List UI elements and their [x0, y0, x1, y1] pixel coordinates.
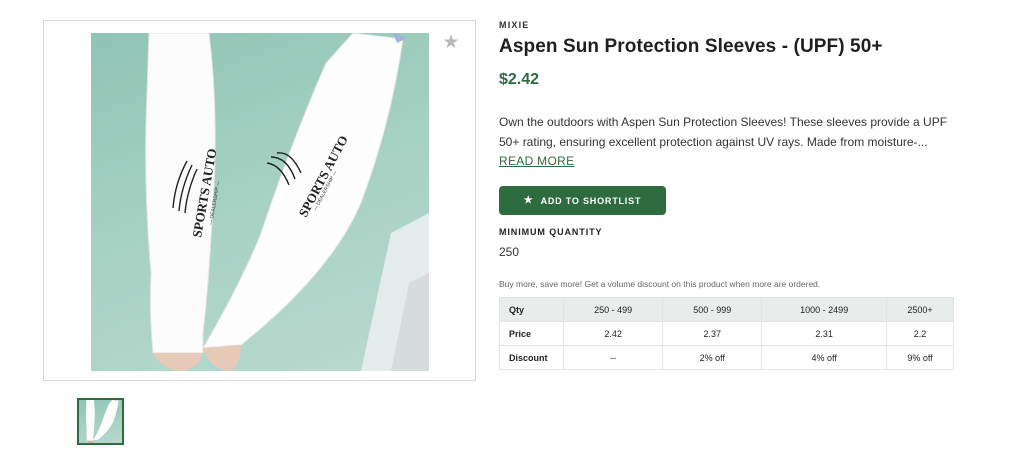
volume-discount-note: Buy more, save more! Get a volume discou…: [499, 279, 821, 289]
sleeves-illustration: SPORTS AUTO SPORTS AUTO — DEALERSHIP — —…: [145, 33, 429, 371]
table-cell: 2.42: [562, 321, 664, 346]
table-header-row: Qty 250 - 499 500 - 999 1000 - 2499 2500…: [499, 297, 954, 322]
favorite-star-icon[interactable]: ★: [441, 33, 461, 53]
table-cell: 2.2: [886, 321, 954, 346]
table-row: Price 2.42 2.37 2.31 2.2: [499, 321, 954, 346]
table-cell: 9% off: [886, 345, 954, 370]
table-cell: 2.37: [662, 321, 763, 346]
product-info: MIXIE Aspen Sun Protection Sleeves - (UP…: [499, 20, 959, 370]
table-header-cell: Qty: [499, 297, 564, 322]
thumbnail-illustration: [85, 400, 119, 443]
table-cell: Price: [499, 321, 564, 346]
table-header-cell: 500 - 999: [662, 297, 763, 322]
table-header-cell: 2500+: [886, 297, 954, 322]
product-photo[interactable]: SPORTS AUTO SPORTS AUTO — DEALERSHIP — —…: [91, 33, 429, 371]
table-cell: --: [562, 345, 664, 370]
table-header-cell: 250 - 499: [562, 297, 664, 322]
product-title: Aspen Sun Protection Sleeves - (UPF) 50+: [499, 36, 883, 57]
table-cell: 4% off: [761, 345, 887, 370]
read-more-link[interactable]: READ MORE: [499, 154, 574, 168]
star-icon: ★: [523, 195, 534, 206]
add-to-shortlist-button[interactable]: ★ ADD TO SHORTLIST: [499, 186, 666, 215]
shortlist-button-label: ADD TO SHORTLIST: [540, 195, 642, 206]
product-thumbnail[interactable]: [77, 398, 124, 445]
brand-name: MIXIE: [499, 20, 530, 30]
minimum-quantity-value: 250: [499, 245, 520, 259]
product-description: Own the outdoors with Aspen Sun Protecti…: [499, 115, 948, 149]
table-header-cell: 1000 - 2499: [761, 297, 887, 322]
product-image-frame: SPORTS AUTO SPORTS AUTO — DEALERSHIP — —…: [43, 20, 476, 381]
minimum-quantity-label: MINIMUM QUANTITY: [499, 227, 603, 237]
table-row: Discount -- 2% off 4% off 9% off: [499, 345, 954, 370]
product-price: $2.42: [499, 71, 540, 88]
table-cell: 2.31: [761, 321, 887, 346]
table-cell: Discount: [499, 345, 564, 370]
volume-pricing-table: Qty 250 - 499 500 - 999 1000 - 2499 2500…: [499, 297, 954, 370]
table-cell: 2% off: [662, 345, 763, 370]
